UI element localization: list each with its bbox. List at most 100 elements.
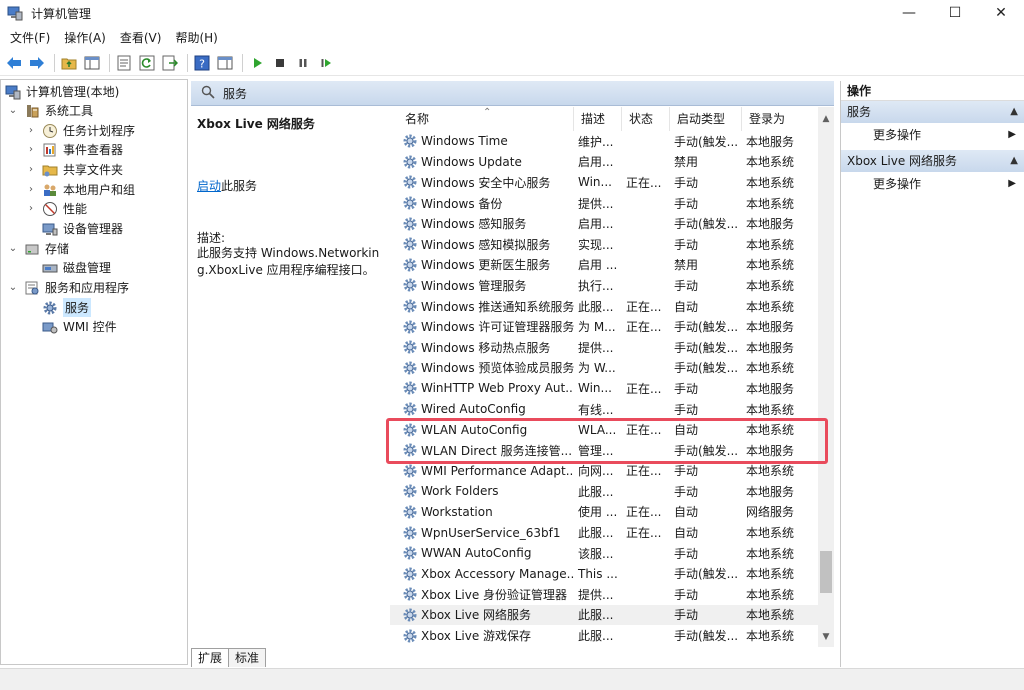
table-row[interactable]: Windows 安全中心服务 Win... 正在... 手动 本地系统 xyxy=(390,172,818,193)
more-actions-selected-service[interactable]: 更多操作 ▶ xyxy=(841,172,1024,196)
column-header-name[interactable]: ⌃ 名称 xyxy=(390,107,574,131)
more-actions-services[interactable]: 更多操作 ▶ xyxy=(841,123,1024,147)
collapse-triangle-icon[interactable]: ▲ xyxy=(1010,101,1018,123)
vertical-scrollbar[interactable]: ▲ ▼ xyxy=(818,107,834,647)
expand-arrow-icon[interactable]: › xyxy=(26,184,36,195)
service-name: WLAN AutoConfig xyxy=(421,422,528,437)
service-logon-cell: 本地服务 xyxy=(746,381,795,396)
table-row[interactable]: WpnUserService_63bf1 此服... 正在... 自动 本地系统 xyxy=(390,522,818,543)
tree-item-task-scheduler[interactable]: › 任务计划程序 xyxy=(26,121,135,140)
up-folder-icon[interactable] xyxy=(59,53,79,73)
tree-item-local-users[interactable]: › 本地用户和组 xyxy=(26,180,135,199)
table-row[interactable]: Windows 更新医生服务 启用 ... 禁用 本地系统 xyxy=(390,255,818,276)
help-icon[interactable]: ? xyxy=(192,53,212,73)
table-row[interactable]: Windows 推送通知系统服务 此服... 正在... 自动 本地系统 xyxy=(390,296,818,317)
table-row[interactable]: Windows Time 维护... 手动(触发... 本地服务 xyxy=(390,131,818,152)
table-row[interactable]: Windows 移动热点服务 提供... 手动(触发... 本地服务 xyxy=(390,337,818,358)
tree-item-performance[interactable]: › 性能 xyxy=(26,199,87,218)
menu-action[interactable]: 操作(A) xyxy=(57,28,113,48)
table-row[interactable]: Windows 感知服务 启用... 手动(触发... 本地服务 xyxy=(390,213,818,234)
resume-service-icon[interactable] xyxy=(316,53,336,73)
collapse-arrow-icon[interactable]: ⌄ xyxy=(8,282,18,293)
table-row[interactable]: Work Folders 此服... 手动 本地服务 xyxy=(390,481,818,502)
expand-arrow-icon[interactable]: › xyxy=(26,164,36,175)
tab-standard[interactable]: 标准 xyxy=(228,648,267,667)
column-header-description[interactable]: 描述 xyxy=(574,107,622,131)
collapse-triangle-icon[interactable]: ▲ xyxy=(1010,150,1018,172)
table-row[interactable]: Xbox Live 身份验证管理器 提供... 手动 本地系统 xyxy=(390,584,818,605)
service-name: Wired AutoConfig xyxy=(421,402,526,417)
table-row[interactable]: Windows 感知模拟服务 实现... 手动 本地系统 xyxy=(390,234,818,255)
table-row[interactable]: Xbox Live 网络服务 此服... 手动 本地系统 xyxy=(390,604,818,626)
refresh-icon[interactable] xyxy=(137,53,157,73)
stop-service-icon[interactable] xyxy=(270,53,290,73)
maximize-button[interactable]: ☐ xyxy=(932,0,978,26)
scroll-thumb[interactable] xyxy=(820,551,832,593)
column-header-status[interactable]: 状态 xyxy=(622,107,670,131)
menu-help[interactable]: 帮助(H) xyxy=(168,28,224,48)
menu-file[interactable]: 文件(F) xyxy=(0,28,57,48)
table-row[interactable]: Windows 管理服务 执行... 手动 本地系统 xyxy=(390,275,818,296)
table-row[interactable]: Windows 预览体验成员服务为 W... 手动(触发... 本地系统 xyxy=(390,358,818,379)
service-name: WinHTTP Web Proxy Aut... xyxy=(421,381,574,396)
service-startup-cell: 手动 xyxy=(674,175,699,190)
actions-section-services[interactable]: 服务 ▲ xyxy=(841,101,1024,123)
export-icon[interactable] xyxy=(160,53,180,73)
table-row[interactable]: Windows 备份 提供... 手动 本地系统 xyxy=(390,193,818,214)
back-icon[interactable] xyxy=(4,53,24,73)
table-row[interactable]: WMI Performance Adapt... 向网... 正在... 手动 本地系统 xyxy=(390,461,818,482)
column-header-startup-type[interactable]: 启动类型 xyxy=(670,107,742,131)
tree-item-wmi[interactable]: WMI 控件 xyxy=(42,317,117,336)
table-row[interactable]: Xbox Accessory Manage... This ... 手动(触发...… xyxy=(390,563,818,584)
column-header-row: ⌃ 名称 描述 状态 启动类型 登录为 xyxy=(390,107,818,131)
tree-item-services[interactable]: 服务 xyxy=(42,298,92,317)
tree-item-disk-management[interactable]: 磁盘管理 xyxy=(42,258,111,277)
start-service-suffix: 此服务 xyxy=(221,179,258,193)
menu-view[interactable]: 查看(V) xyxy=(113,28,169,48)
start-service-link[interactable]: 启动 xyxy=(197,179,221,193)
tree-item-root[interactable]: 计算机管理(本地) xyxy=(5,82,119,101)
expand-arrow-icon[interactable]: › xyxy=(26,125,36,136)
tree-item-shared-folders[interactable]: › 共享文件夹 xyxy=(26,160,123,179)
service-logon-cell: 本地系统 xyxy=(746,175,795,190)
show-action-pane-icon[interactable] xyxy=(215,53,235,73)
tree-item-device-manager[interactable]: 设备管理器 xyxy=(42,219,123,238)
expand-arrow-icon[interactable]: › xyxy=(26,203,36,214)
service-status-cell: 正在... xyxy=(626,464,662,479)
table-row[interactable]: Wired AutoConfig 有线... 手动 本地系统 xyxy=(390,399,818,420)
table-row[interactable]: WWAN AutoConfig 该服... 手动 本地系统 xyxy=(390,543,818,564)
service-description-cell: 执行... xyxy=(578,278,614,293)
table-row[interactable]: WLAN AutoConfig WLA... 正在... 自动 本地系统 xyxy=(390,419,818,440)
show-hide-tree-icon[interactable] xyxy=(82,53,102,73)
collapse-arrow-icon[interactable]: ⌄ xyxy=(8,105,18,116)
service-description-cell: This ... xyxy=(578,566,618,581)
start-service-icon[interactable] xyxy=(247,53,267,73)
tree-item-services-apps[interactable]: ⌄ 服务和应用程序 xyxy=(8,278,129,297)
column-header-logon-as[interactable]: 登录为 xyxy=(742,107,818,131)
service-logon-cell: 本地系统 xyxy=(746,464,795,479)
menu-bar: 文件(F) 操作(A) 查看(V) 帮助(H) xyxy=(0,28,225,48)
table-row[interactable]: Windows Update 启用... 禁用 本地系统 xyxy=(390,152,818,173)
tree-item-system-tools[interactable]: ⌄ 系统工具 xyxy=(8,101,93,120)
actions-section-selected-service[interactable]: Xbox Live 网络服务 ▲ xyxy=(841,150,1024,172)
forward-icon[interactable] xyxy=(27,53,47,73)
table-row[interactable]: Xbox Live 游戏保存 此服... 手动(触发... 本地系统 xyxy=(390,625,818,646)
service-status-cell: 正在... xyxy=(626,320,662,335)
minimize-button[interactable]: — xyxy=(886,0,932,26)
table-row[interactable]: Workstation 使用 ... 正在... 自动 网络服务 xyxy=(390,502,818,523)
scroll-up-icon[interactable]: ▲ xyxy=(818,111,834,127)
table-row[interactable]: Windows 许可证管理器服务为 M... 正在... 手动(触发... 本地服务 xyxy=(390,316,818,337)
tree-item-event-viewer[interactable]: › 事件查看器 xyxy=(26,140,123,159)
table-row[interactable]: WLAN Direct 服务连接管... 管理... 手动(触发... 本地服务 xyxy=(390,440,818,461)
collapse-arrow-icon[interactable]: ⌄ xyxy=(8,243,18,254)
tree-item-storage[interactable]: ⌄ 存储 xyxy=(8,239,69,258)
table-row[interactable]: WinHTTP Web Proxy Aut... Win... 正在... 手动 本地服… xyxy=(390,378,818,399)
close-button[interactable]: ✕ xyxy=(978,0,1024,26)
service-startup-cell: 手动(触发... xyxy=(674,629,739,644)
pause-service-icon[interactable] xyxy=(293,53,313,73)
tab-extended[interactable]: 扩展 xyxy=(191,648,230,667)
properties-icon[interactable] xyxy=(114,53,134,73)
tree-label: 事件查看器 xyxy=(63,143,124,157)
expand-arrow-icon[interactable]: › xyxy=(26,144,36,155)
scroll-down-icon[interactable]: ▼ xyxy=(818,629,834,645)
